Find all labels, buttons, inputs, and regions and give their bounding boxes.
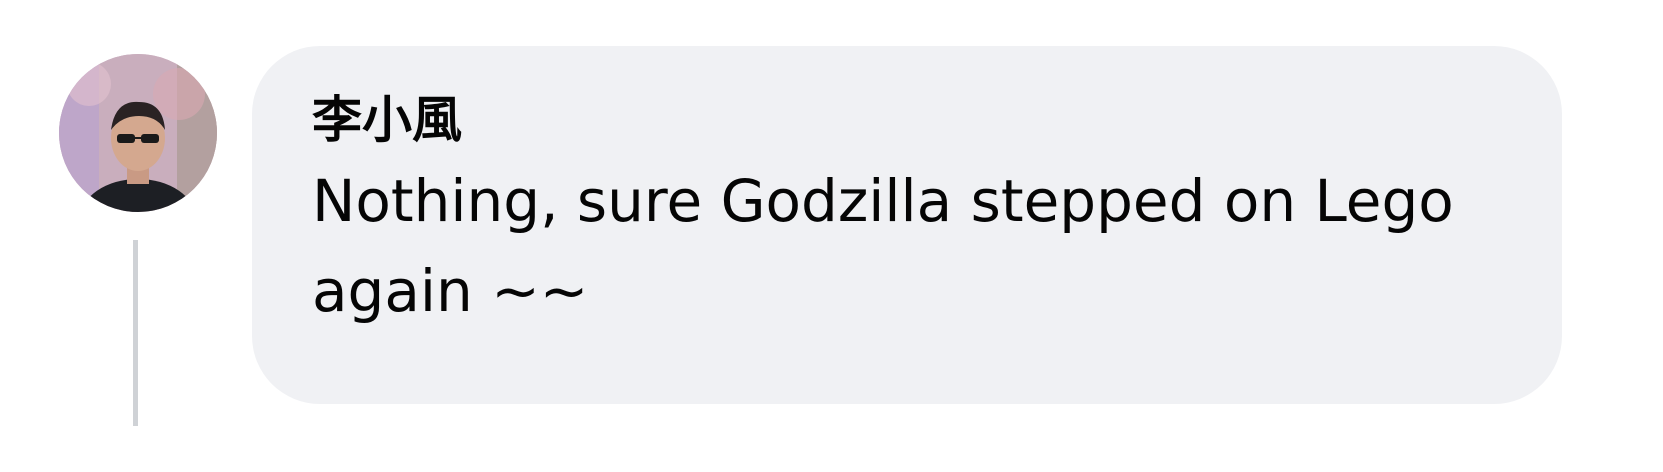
author-name[interactable]: 李小風 — [312, 90, 462, 150]
thread-line — [133, 240, 138, 426]
avatar-image — [59, 54, 217, 212]
comment-text: Nothing, sure Godzilla stepped on Lego a… — [312, 167, 1454, 325]
comment-bubble: 李小風 Nothing, sure Godzilla stepped on Le… — [252, 46, 1562, 404]
comment: 李小風 Nothing, sure Godzilla stepped on Le… — [0, 0, 1663, 472]
avatar[interactable] — [59, 54, 217, 212]
